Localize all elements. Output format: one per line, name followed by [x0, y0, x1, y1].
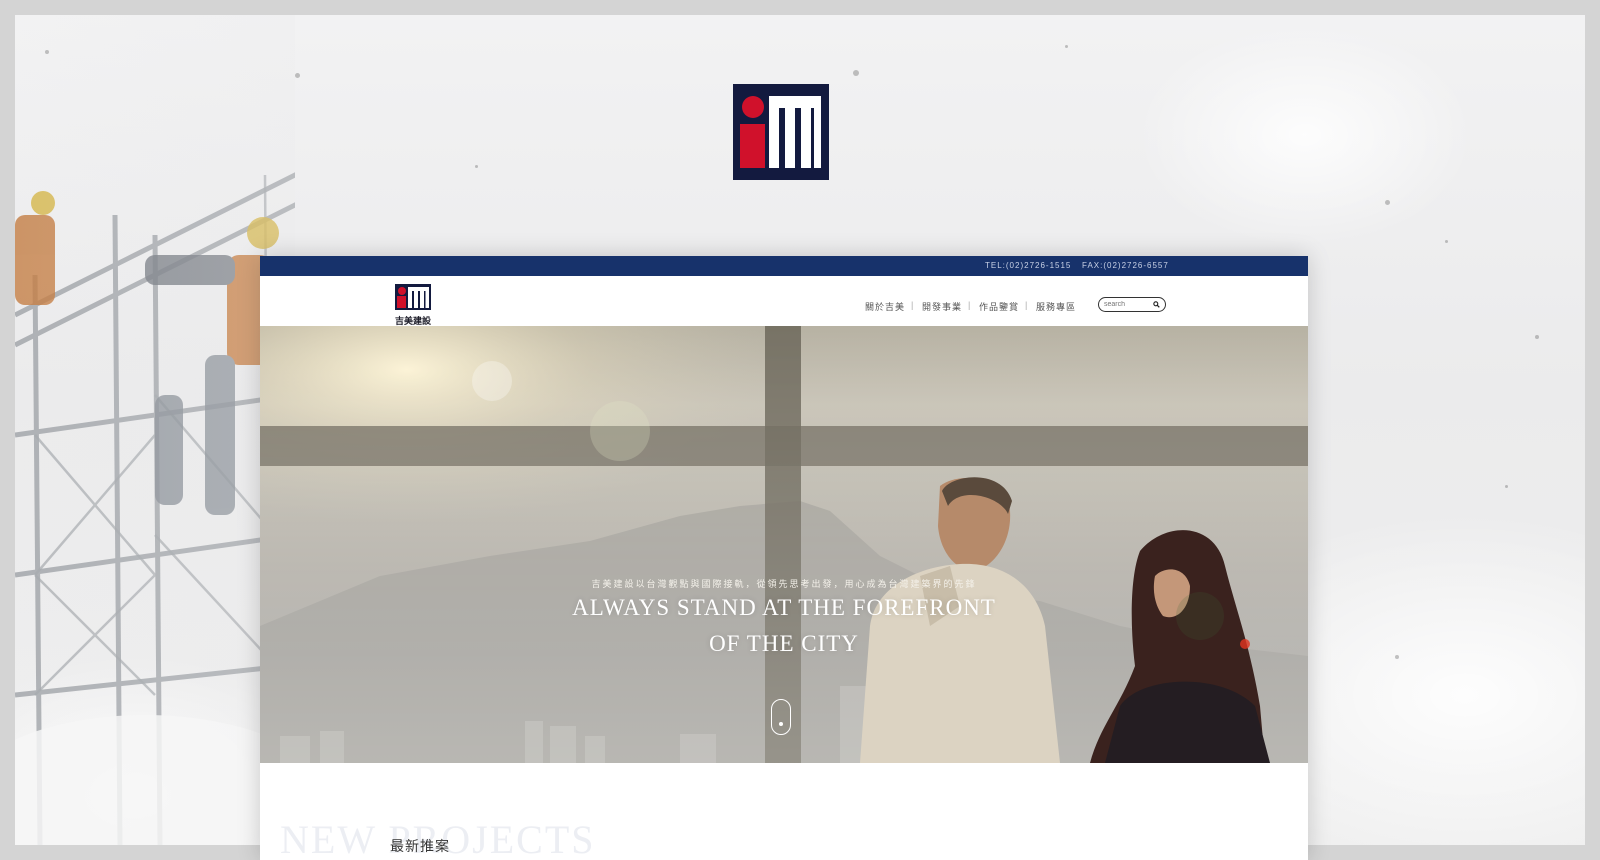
- search-input[interactable]: [1104, 298, 1148, 311]
- scaffold-workers-image: [15, 15, 295, 845]
- contact-topbar: TEL:(02)2726-1515 FAX:(02)2726-6557: [260, 256, 1308, 276]
- speck: [1535, 335, 1539, 339]
- speck: [1505, 485, 1508, 488]
- jimei-logo-icon: [733, 84, 829, 180]
- hero-banner: 吉美建設以台灣觀點與國際接軌，從領先思考出發，用心成為台灣建築界的先鋒 ALWA…: [260, 326, 1308, 763]
- speck: [1065, 45, 1068, 48]
- search-icon[interactable]: [1153, 301, 1160, 308]
- scroll-dot: [779, 722, 783, 726]
- speck: [1385, 200, 1390, 205]
- brand-logo: [733, 84, 829, 180]
- hero-subtitle: 吉美建設以台灣觀點與國際接軌，從領先思考出發，用心成為台灣建築界的先鋒: [591, 579, 977, 589]
- fax-text: FAX:(02)2726-6557: [1082, 261, 1169, 270]
- speck: [1395, 655, 1399, 659]
- hero-title-line-1: ALWAYS STAND AT THE FOREFRONT: [572, 595, 996, 620]
- hero-title: ALWAYS STAND AT THE FOREFRONT OF THE CIT…: [534, 590, 1034, 662]
- nav-separator: |: [1025, 300, 1028, 310]
- nav-separator: |: [911, 300, 914, 310]
- search-box: [1098, 297, 1166, 312]
- speck: [475, 165, 478, 168]
- nav-separator: |: [968, 300, 971, 310]
- hero-title-line-2: OF THE CITY: [709, 631, 859, 656]
- speck: [1445, 240, 1448, 243]
- site-logo-icon[interactable]: [395, 284, 431, 310]
- main-navbar: 吉美建設 關於吉美 | 開發事業 | 作品鑒賞 | 服務專區: [260, 276, 1308, 326]
- hero-background-image: [260, 326, 1308, 763]
- projects-subheading: 最新推案: [390, 838, 450, 854]
- nav-item-development[interactable]: 開發事業: [922, 300, 962, 313]
- mouse-scroll-icon[interactable]: [771, 699, 791, 735]
- nav-item-about[interactable]: 關於吉美: [865, 300, 905, 313]
- speck: [295, 73, 300, 78]
- speck: [853, 70, 859, 76]
- tel-text: TEL:(02)2726-1515: [985, 261, 1072, 270]
- nav-item-portfolio[interactable]: 作品鑒賞: [979, 300, 1019, 313]
- website-preview: TEL:(02)2726-1515 FAX:(02)2726-6557 吉美建設…: [260, 256, 1308, 860]
- nav-item-service[interactable]: 服務專區: [1036, 300, 1076, 313]
